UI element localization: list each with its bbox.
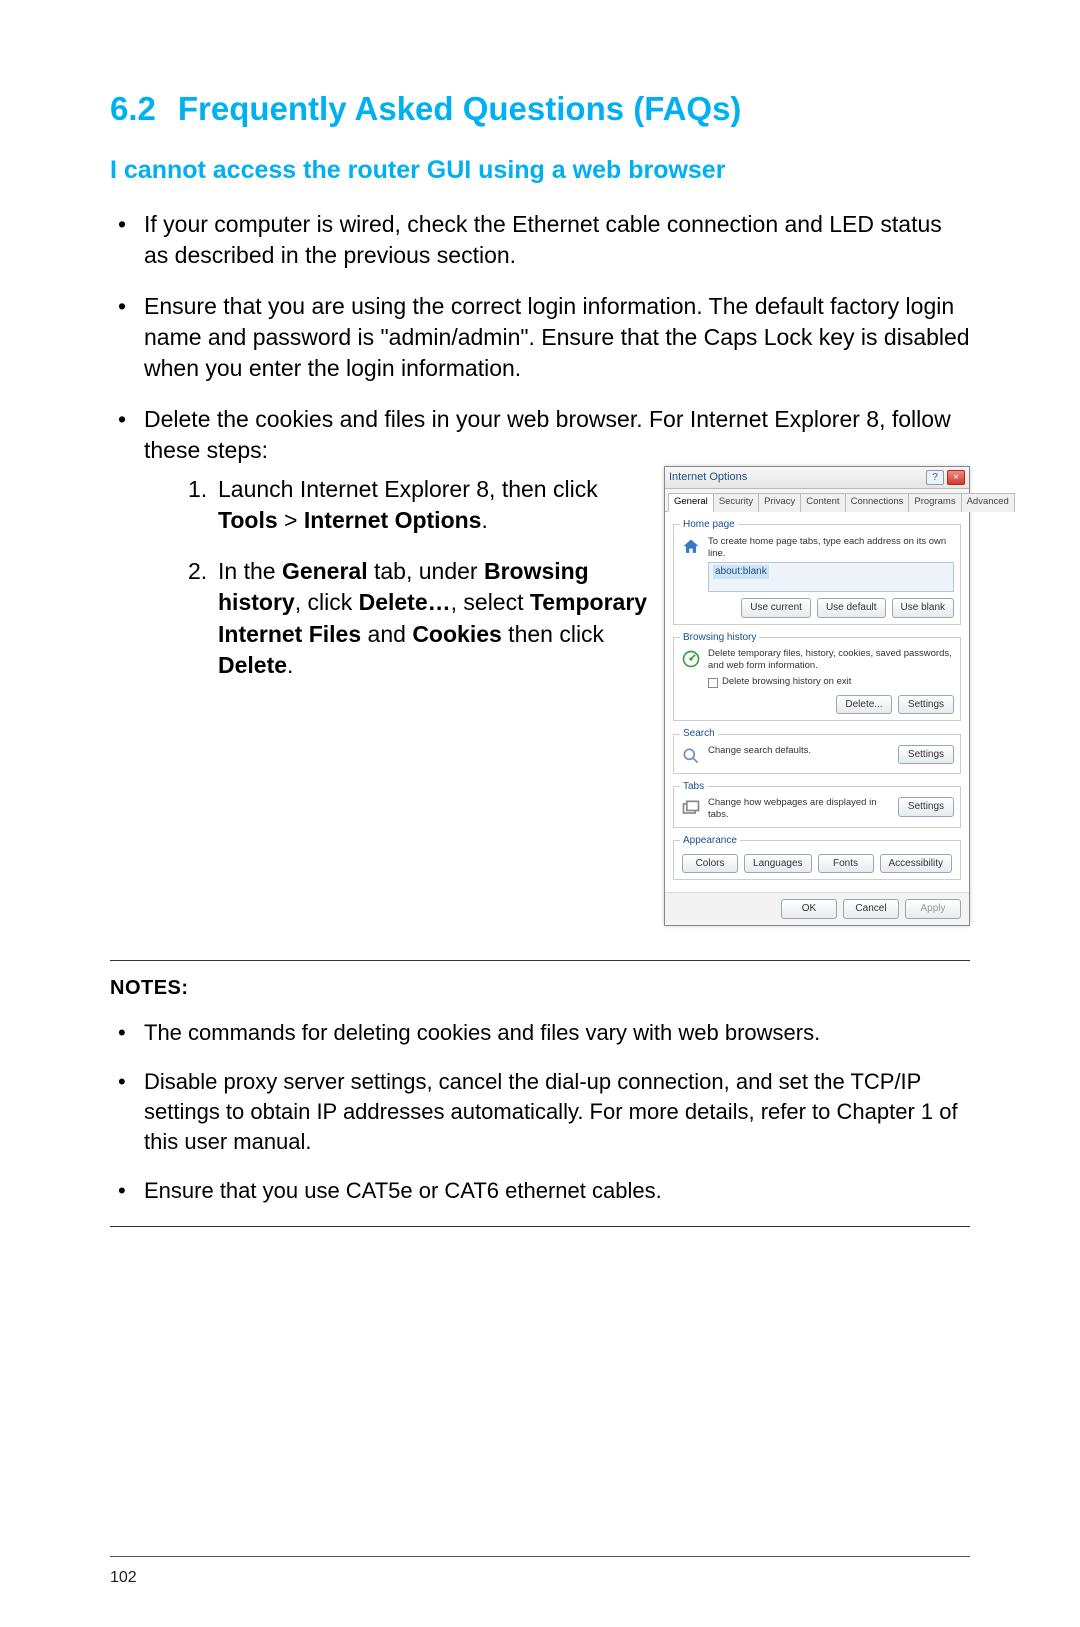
group-legend: Search (680, 727, 718, 741)
delete-history-button[interactable]: Delete... (836, 695, 892, 715)
ok-button[interactable]: OK (781, 899, 837, 919)
step-text: and (361, 621, 412, 647)
dialog-footer: OK Cancel Apply (665, 892, 969, 925)
search-settings-button[interactable]: Settings (898, 745, 954, 765)
step-item: 2. In the General tab, under Browsing hi… (188, 556, 652, 680)
steps-column: 1. Launch Internet Explorer 8, then clic… (144, 466, 652, 700)
section-title: Frequently Asked Questions (FAQs) (178, 90, 742, 127)
step-bold: Cookies (412, 621, 501, 647)
help-button[interactable]: ? (926, 470, 944, 485)
section-number: 6.2 (110, 90, 156, 128)
languages-button[interactable]: Languages (744, 854, 812, 874)
cancel-button[interactable]: Cancel (843, 899, 899, 919)
bullet-text: Delete the cookies and files in your web… (144, 406, 951, 463)
bullet-item: Delete the cookies and files in your web… (110, 404, 970, 925)
bullet-list: If your computer is wired, check the Eth… (110, 209, 970, 926)
bullet-item: Ensure that you are using the correct lo… (110, 291, 970, 384)
home-address-value: about:blank (713, 565, 769, 579)
tab-general[interactable]: General (668, 493, 714, 512)
history-desc: Delete temporary files, history, cookies… (708, 648, 954, 672)
notes-list: The commands for deleting cookies and fi… (110, 1018, 970, 1206)
divider (110, 1226, 970, 1227)
colors-button[interactable]: Colors (682, 854, 738, 874)
step-text: In the (218, 558, 282, 584)
apply-button[interactable]: Apply (905, 899, 961, 919)
delete-on-exit-checkbox[interactable]: Delete browsing history on exit (708, 676, 954, 689)
step-bold: Tools (218, 507, 278, 533)
history-settings-button[interactable]: Settings (898, 695, 954, 715)
step-text: . (481, 507, 487, 533)
tabs-icon (680, 797, 702, 819)
subheading: I cannot access the router GUI using a w… (110, 156, 970, 185)
group-legend: Tabs (680, 780, 707, 794)
ordered-steps: 1. Launch Internet Explorer 8, then clic… (144, 474, 652, 680)
home-address-input[interactable]: about:blank (708, 562, 954, 592)
step-item: 1. Launch Internet Explorer 8, then clic… (188, 474, 652, 536)
divider (110, 960, 970, 961)
accessibility-button[interactable]: Accessibility (880, 854, 952, 874)
group-legend: Browsing history (680, 631, 759, 645)
group-legend: Appearance (680, 834, 740, 848)
group-search: Search Change search defaults. Settings (673, 727, 961, 774)
dialog-titlebar: Internet Options ? × (665, 467, 969, 489)
step-text: , click (295, 589, 359, 615)
home-desc: To create home page tabs, type each addr… (708, 536, 954, 560)
page: 6.2 Frequently Asked Questions (FAQs) I c… (0, 0, 1080, 1627)
tab-programs[interactable]: Programs (908, 493, 961, 512)
tabs-settings-button[interactable]: Settings (898, 797, 954, 817)
step-text: > (278, 507, 304, 533)
group-tabs: Tabs Change how webpages are displayed i… (673, 780, 961, 828)
close-button[interactable]: × (947, 470, 965, 485)
group-legend: Home page (680, 518, 738, 532)
dialog-tabs: General Security Privacy Content Connect… (665, 489, 969, 512)
page-number: 102 (110, 1569, 137, 1587)
tab-privacy[interactable]: Privacy (758, 493, 801, 512)
tab-content[interactable]: Content (800, 493, 845, 512)
notes-heading: NOTES: (110, 977, 970, 1000)
footer-rule (110, 1556, 970, 1557)
tab-security[interactable]: Security (713, 493, 759, 512)
step-text: then click (502, 621, 604, 647)
note-item: Disable proxy server settings, cancel th… (110, 1067, 970, 1156)
fonts-button[interactable]: Fonts (818, 854, 874, 874)
note-item: Ensure that you use CAT5e or CAT6 ethern… (110, 1176, 970, 1206)
checkbox-box (708, 678, 718, 688)
step-text: . (287, 652, 293, 678)
use-current-button[interactable]: Use current (741, 598, 811, 618)
internet-options-dialog: Internet Options ? × General Security Pr… (664, 466, 970, 925)
group-home-page: Home page To create home page tabs, type… (673, 518, 961, 625)
note-item: The commands for deleting cookies and fi… (110, 1018, 970, 1048)
group-browsing-history: Browsing history Delete temporary files,… (673, 631, 961, 722)
use-blank-button[interactable]: Use blank (892, 598, 954, 618)
step-text: , select (451, 589, 530, 615)
step-bold: General (282, 558, 368, 584)
section-heading: 6.2 Frequently Asked Questions (FAQs) (110, 90, 970, 128)
step-text: tab, under (368, 558, 484, 584)
use-default-button[interactable]: Use default (817, 598, 886, 618)
steps-and-dialog: 1. Launch Internet Explorer 8, then clic… (144, 466, 970, 925)
search-desc: Change search defaults. (708, 745, 892, 757)
step-bold: Delete… (359, 589, 451, 615)
group-appearance: Appearance Colors Languages Fonts Access… (673, 834, 961, 880)
tabs-desc: Change how webpages are displayed in tab… (708, 797, 892, 821)
checkbox-label: Delete browsing history on exit (722, 676, 851, 689)
step-bold: Internet Options (304, 507, 482, 533)
dialog-title: Internet Options (669, 470, 923, 485)
history-icon (680, 648, 702, 670)
step-bold: Delete (218, 652, 287, 678)
dialog-body: Home page To create home page tabs, type… (665, 512, 969, 892)
home-icon (680, 536, 702, 558)
bullet-item: If your computer is wired, check the Eth… (110, 209, 970, 271)
step-number: 2. (188, 556, 207, 587)
search-icon (680, 745, 702, 767)
tab-advanced[interactable]: Advanced (961, 493, 1015, 512)
step-number: 1. (188, 474, 207, 505)
tab-connections[interactable]: Connections (845, 493, 910, 512)
step-text: Launch Internet Explorer 8, then click (218, 476, 598, 502)
